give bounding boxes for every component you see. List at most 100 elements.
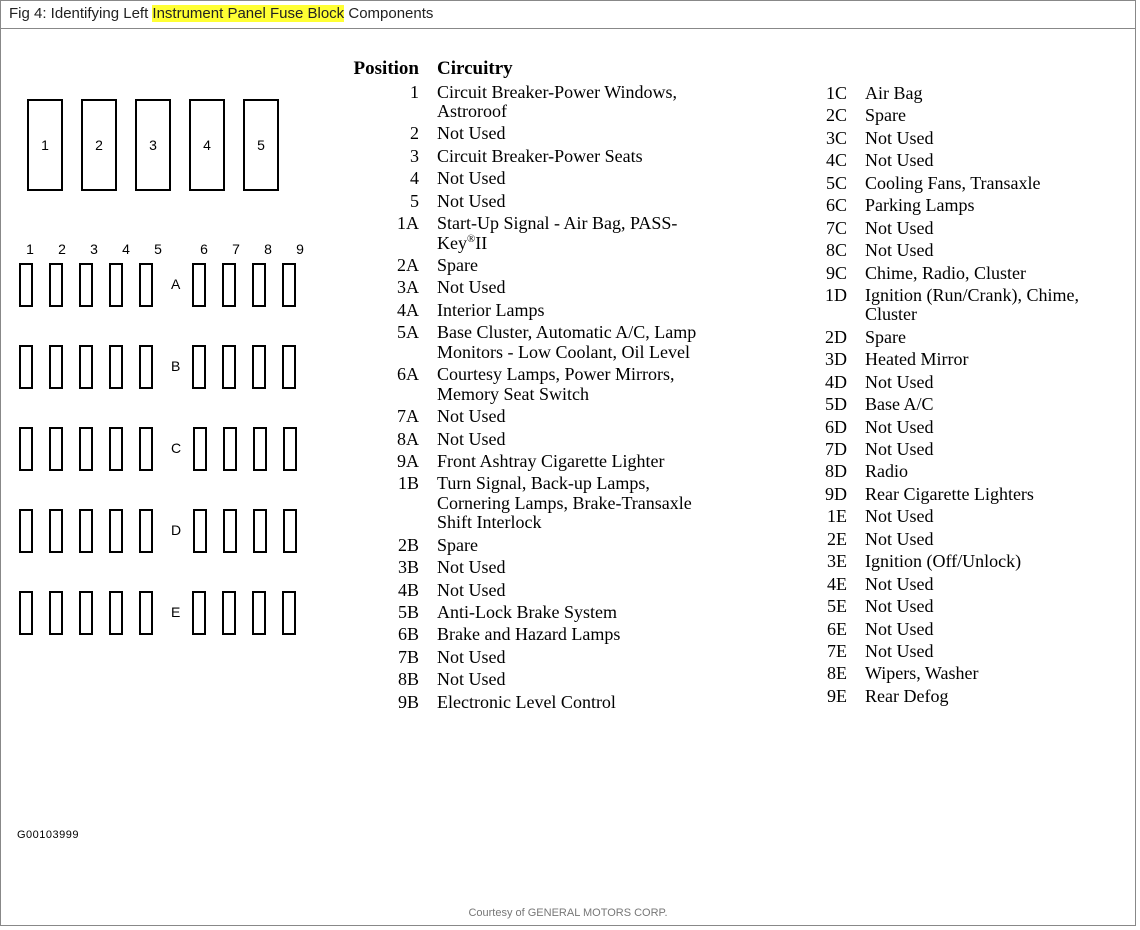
figure-caption: Fig 4: Identifying Left Instrument Panel… (1, 1, 1135, 29)
position-cell: 5D (757, 395, 865, 414)
fuse-slot (139, 427, 153, 471)
table-header: Position Circuitry (329, 59, 717, 80)
position-cell: 3 (329, 147, 437, 166)
fuse-slot (19, 263, 33, 307)
circuitry-cell: Courtesy Lamps, Power Mirrors, Memory Se… (437, 365, 717, 404)
fuse-slot (49, 427, 63, 471)
fuse-slot (49, 345, 63, 389)
fuse-slot (109, 345, 123, 389)
position-cell: 8A (329, 430, 437, 449)
table-row: 2Not Used (329, 124, 717, 143)
table-row: 1Circuit Breaker-Power Windows, Astroroo… (329, 83, 717, 122)
fuse-row: B (19, 343, 313, 391)
position-cell: 7B (329, 648, 437, 667)
position-cell: 4D (757, 373, 865, 392)
position-cell: 3B (329, 558, 437, 577)
column-number: 6 (197, 241, 211, 257)
column-number: 7 (229, 241, 243, 257)
position-cell: 9A (329, 452, 437, 471)
table-row: 5CCooling Fans, Transaxle (757, 174, 1125, 193)
fuse-slot (139, 509, 153, 553)
table-body-1: 1Circuit Breaker-Power Windows, Astroroo… (329, 83, 717, 713)
position-cell: 5B (329, 603, 437, 622)
table-row: 3CNot Used (757, 129, 1125, 148)
breaker-slot: 5 (243, 99, 279, 191)
circuitry-cell: Not Used (437, 407, 506, 426)
circuitry-cell: Cooling Fans, Transaxle (865, 174, 1041, 193)
table-row: 4CNot Used (757, 151, 1125, 170)
fuse-row: D (19, 507, 313, 555)
fuse-slot (283, 509, 297, 553)
circuitry-cell: Not Used (865, 440, 934, 459)
position-cell: 3E (757, 552, 865, 571)
position-cell: 7D (757, 440, 865, 459)
table-row: 3Circuit Breaker-Power Seats (329, 147, 717, 166)
table-row: 3ANot Used (329, 278, 717, 297)
circuitry-cell: Ignition (Run/Crank), Chime, Cluster (865, 286, 1125, 325)
fuse-slot (252, 345, 266, 389)
position-cell: 2A (329, 256, 437, 275)
circuitry-cell: Anti-Lock Brake System (437, 603, 617, 622)
circuitry-cell: Base A/C (865, 395, 934, 414)
circuitry-cell: Circuit Breaker-Power Windows, Astroroof (437, 83, 717, 122)
breaker-slot: 1 (27, 99, 63, 191)
position-cell: 2B (329, 536, 437, 555)
position-cell: 6E (757, 620, 865, 639)
fuse-slot (49, 591, 63, 635)
circuitry-cell: Not Used (437, 192, 506, 211)
position-cell: 9D (757, 485, 865, 504)
breaker-slot: 4 (189, 99, 225, 191)
table-row: 9BElectronic Level Control (329, 693, 717, 712)
circuitry-cell: Circuit Breaker-Power Seats (437, 147, 643, 166)
column-number: 2 (55, 241, 69, 257)
column-number: 5 (151, 241, 165, 257)
circuitry-cell: Ignition (Off/Unlock) (865, 552, 1021, 571)
circuitry-cell: Wipers, Washer (865, 664, 978, 683)
table-row: 7BNot Used (329, 648, 717, 667)
fuse-slot (79, 263, 93, 307)
courtesy-line: Courtesy of GENERAL MOTORS CORP. (1, 907, 1135, 919)
caption-highlight: Instrument Panel Fuse Block (152, 5, 344, 22)
table-row: 3EIgnition (Off/Unlock) (757, 552, 1125, 571)
fuse-diagram: 12345 123456789 ABCDE G00103999 (9, 29, 329, 859)
circuitry-cell: Not Used (865, 530, 934, 549)
fuse-slot (283, 427, 297, 471)
table-row: 9AFront Ashtray Cigarette Lighter (329, 452, 717, 471)
table-row: 6CParking Lamps (757, 196, 1125, 215)
circuitry-cell: Not Used (437, 648, 506, 667)
fuse-slot (193, 509, 207, 553)
table-row: 5DBase A/C (757, 395, 1125, 414)
row-label: B (171, 358, 180, 374)
fuse-slot (19, 345, 33, 389)
fuse-slot (79, 509, 93, 553)
position-cell: 5C (757, 174, 865, 193)
table-row: 1ENot Used (757, 507, 1125, 526)
position-cell: 3A (329, 278, 437, 297)
circuitry-cell: Spare (437, 256, 478, 275)
fuse-slot (19, 427, 33, 471)
circuitry-cell: Not Used (865, 129, 934, 148)
table-row: 8ANot Used (329, 430, 717, 449)
circuitry-cell: Not Used (437, 558, 506, 577)
table-row: 6BBrake and Hazard Lamps (329, 625, 717, 644)
header-position: Position (329, 59, 437, 80)
circuitry-cell: Not Used (865, 575, 934, 594)
circuitry-cell: Not Used (437, 124, 506, 143)
circuitry-cell: Not Used (437, 581, 506, 600)
table-row: 1CAir Bag (757, 84, 1125, 103)
position-cell: 1D (757, 286, 865, 305)
circuitry-cell: Not Used (865, 219, 934, 238)
circuitry-cell: Turn Signal, Back-up Lamps, Cornering La… (437, 474, 717, 532)
fuse-slot (109, 263, 123, 307)
fuse-slot (222, 345, 236, 389)
table-row: 4DNot Used (757, 373, 1125, 392)
position-cell: 1C (757, 84, 865, 103)
fuse-slot (19, 509, 33, 553)
caption-prefix: Fig 4: Identifying Left (9, 5, 152, 22)
column-numbers: 123456789 (23, 241, 307, 257)
column-number: 1 (23, 241, 37, 257)
circuitry-cell: Chime, Radio, Cluster (865, 264, 1026, 283)
table-row: 2BSpare (329, 536, 717, 555)
breaker-slot: 3 (135, 99, 171, 191)
fuse-slot (193, 427, 207, 471)
